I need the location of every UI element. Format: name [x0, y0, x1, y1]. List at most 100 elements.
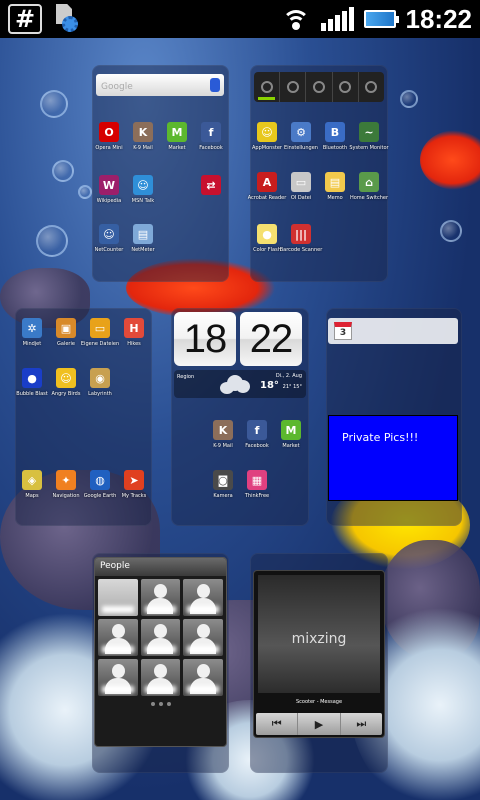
app-acrobat[interactable]: A Acrobat Reader	[248, 172, 286, 201]
app-label: MSN Talk	[131, 198, 155, 204]
app-memo[interactable]: ▤ Memo	[319, 172, 351, 201]
folder-icon: ▭	[291, 172, 311, 192]
barcode-icon: |||	[291, 224, 311, 244]
app-market-2[interactable]: M Market	[275, 420, 307, 449]
next-button[interactable]: ⏭	[341, 713, 382, 735]
app-labyrinth[interactable]: ◉ Labyrinth	[84, 368, 116, 397]
previous-button[interactable]: ⏮	[256, 713, 299, 735]
clock-weather-widget[interactable]: 18 22 Region 18° Di., 2. Aug 21° 15°	[174, 312, 306, 398]
mic-icon[interactable]	[210, 78, 220, 92]
app-market[interactable]: M Market	[161, 122, 193, 151]
app-camera[interactable]: ◙ Kamera	[207, 470, 239, 499]
app-color-flash[interactable]: ● Color Flash	[251, 224, 283, 253]
app-shortcut[interactable]: ⇄	[195, 175, 227, 198]
transfer-icon: ⇄	[201, 175, 221, 195]
battery-icon	[363, 10, 399, 28]
contact-tile[interactable]	[183, 619, 223, 656]
app-opera-mini[interactable]: O Opera Mini	[93, 122, 125, 151]
music-player-widget[interactable]: mixzing Scooter - Message ⏮ ▶ ⏭	[253, 570, 385, 738]
people-widget[interactable]: People	[94, 557, 227, 747]
weather-city: Region	[177, 374, 195, 380]
contact-tile[interactable]	[140, 659, 181, 696]
app-thinkfree[interactable]: ▦ ThinkFree	[241, 470, 273, 499]
netmeter-icon: ▤	[133, 224, 153, 244]
private-pics-widget[interactable]: Private Pics!!!	[328, 415, 458, 501]
market-icon: M	[281, 420, 301, 440]
app-angry-birds[interactable]: ☺ Angry Birds	[50, 368, 82, 397]
app-maps[interactable]: ◈ Maps	[16, 470, 48, 499]
app-bubble-blast[interactable]: ● Bubble Blast	[16, 368, 48, 397]
calendar-widget[interactable]: 3	[328, 318, 458, 344]
app-wikipedia[interactable]: W Wikipedia	[93, 175, 125, 204]
bluetooth-toggle[interactable]	[280, 72, 307, 102]
app-system-monitor[interactable]: ~ System Monitor	[349, 122, 389, 151]
app-label: Color Flash	[253, 247, 281, 253]
app-k9-mail-2[interactable]: K K-9 Mail	[207, 420, 239, 449]
people-title: People	[95, 558, 226, 576]
app-hikes[interactable]: H Hikes	[118, 318, 150, 347]
navigation-icon: ✦	[56, 470, 76, 490]
contact-tile[interactable]	[183, 659, 223, 696]
app-gallery[interactable]: ▣ Galerie	[50, 318, 82, 347]
app-bluetooth[interactable]: B Bluetooth	[319, 122, 351, 151]
brightness-toggle-icon	[365, 81, 378, 93]
app-facebook-2[interactable]: f Facebook	[241, 420, 273, 449]
app-netmeter[interactable]: ▤ NetMeter	[127, 224, 159, 253]
app-appmonster[interactable]: ☺ AppMonster	[251, 122, 283, 151]
people-page-indicator	[95, 699, 226, 709]
status-clock: 18:22	[405, 3, 473, 34]
play-button[interactable]: ▶	[298, 713, 341, 735]
search-input[interactable]	[96, 76, 224, 98]
app-settings[interactable]: ⚙ Einstellungen	[284, 122, 318, 151]
app-msn-talk[interactable]: ☺ MSN Talk	[127, 175, 159, 204]
weather-row: Region 18° Di., 2. Aug 21° 15°	[174, 370, 306, 398]
mixzing-logo: mixzing	[291, 631, 347, 647]
contact-tile[interactable]	[140, 619, 181, 656]
appmonster-icon: ☺	[257, 122, 277, 142]
app-oi-file[interactable]: ▭ OI Datei	[285, 172, 317, 201]
private-pics-label: Private Pics!!!	[342, 431, 419, 444]
brightness-toggle[interactable]	[359, 72, 384, 102]
app-my-files[interactable]: ▭ Eigene Dateien	[81, 318, 119, 347]
bluetooth-icon: B	[325, 122, 345, 142]
app-label: Facebook	[245, 443, 269, 449]
app-navigation[interactable]: ✦ Navigation	[50, 470, 82, 499]
app-home-switcher[interactable]: ⌂ Home Switcher	[350, 172, 388, 201]
app-label: K-9 Mail	[213, 443, 233, 449]
app-label: Angry Birds	[51, 391, 81, 397]
cloud-icon	[218, 372, 252, 394]
status-bar: # 18:22	[0, 0, 480, 38]
app-netcounter[interactable]: ☺ NetCounter	[93, 224, 125, 253]
app-label: Labyrinth	[88, 391, 112, 397]
contact-tile[interactable]	[140, 579, 181, 616]
app-label: My Tracks	[121, 493, 147, 499]
app-label: AppMonster	[251, 145, 282, 151]
contact-tile[interactable]	[98, 619, 138, 656]
app-label: Navigation	[52, 493, 80, 499]
app-label: Opera Mini	[95, 145, 123, 151]
app-barcode-scanner[interactable]: ||| Barcode Scanner	[280, 224, 322, 253]
google-search-widget[interactable]	[96, 74, 224, 98]
app-label: Acrobat Reader	[247, 195, 287, 201]
wifi-toggle[interactable]	[254, 72, 281, 102]
app-google-earth[interactable]: ◍ Google Earth	[84, 470, 116, 499]
contact-tile[interactable]	[98, 659, 138, 696]
sync-toggle[interactable]	[333, 72, 359, 102]
app-my-tracks[interactable]: ➤ My Tracks	[118, 470, 150, 499]
gps-toggle[interactable]	[306, 72, 333, 102]
app-facebook[interactable]: f Facebook	[195, 122, 227, 151]
hash-icon: #	[8, 4, 42, 34]
track-title: Scooter - Message	[295, 699, 343, 705]
app-label: Kamera	[213, 493, 233, 499]
contact-tile[interactable]	[183, 579, 223, 616]
weather-date: Di., 2. Aug	[275, 373, 302, 379]
app-label: Market	[168, 145, 186, 151]
globe-icon: ◍	[90, 470, 110, 490]
app-mindjet[interactable]: ✲ Mindjet	[16, 318, 48, 347]
contact-tile[interactable]	[98, 579, 138, 616]
k9-mail-icon: K	[133, 122, 153, 142]
app-label: Bubble Blast	[16, 391, 48, 397]
gear-icon: ⚙	[291, 122, 311, 142]
weather-temp: 18°	[260, 380, 279, 391]
app-k9-mail[interactable]: K K-9 Mail	[127, 122, 159, 151]
